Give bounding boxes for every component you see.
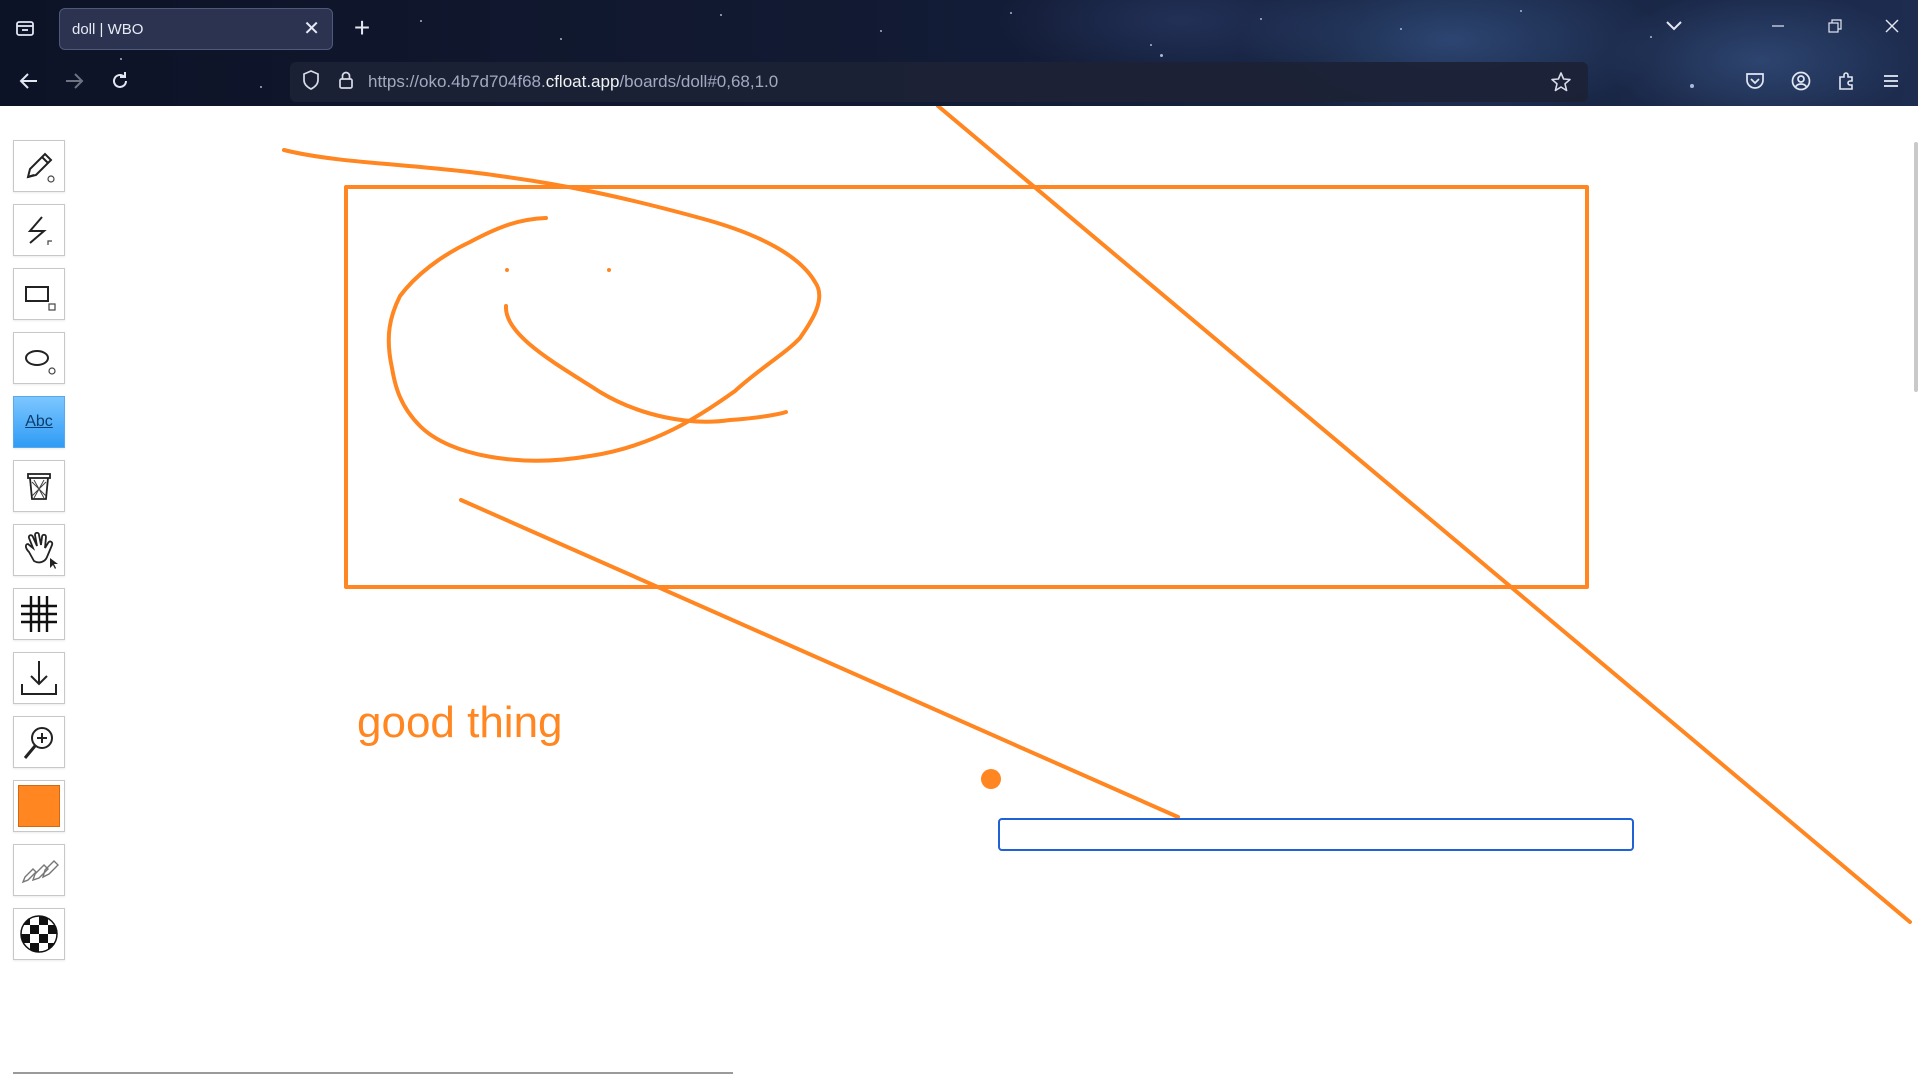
- rectangle-tool[interactable]: [13, 268, 65, 320]
- grid-tool[interactable]: [13, 588, 65, 640]
- url-path: /boards/doll#0,68,1.0: [619, 72, 779, 91]
- pencil-tool[interactable]: [13, 140, 65, 192]
- zoom-icon: [23, 727, 53, 759]
- extensions-icon[interactable]: [1828, 63, 1864, 99]
- color-swatch: [18, 785, 60, 827]
- pencil-icon: [26, 152, 55, 183]
- download-icon: [21, 661, 57, 695]
- pencils-size-icon: [21, 860, 59, 884]
- drawn-eye-left[interactable]: [505, 268, 509, 272]
- tools-toolbar: Abc: [13, 140, 65, 972]
- close-window-icon[interactable]: [1874, 8, 1910, 44]
- browser-chrome: doll | WBO ✕ + https://oko.4b7d704f68.cf…: [0, 0, 1918, 106]
- drawn-smile-curve[interactable]: [503, 304, 788, 424]
- whiteboard-page: good thing Abc: [0, 106, 1918, 1078]
- rectangle-icon: [25, 286, 56, 311]
- minimize-icon[interactable]: [1760, 8, 1796, 44]
- color-picker[interactable]: [13, 780, 65, 832]
- url-host: cfloat.app: [545, 72, 620, 91]
- color-tool[interactable]: [13, 780, 65, 832]
- hand-icon: [24, 531, 58, 569]
- line-icon: [27, 216, 52, 245]
- text-icon: Abc: [25, 413, 53, 430]
- reload-icon[interactable]: [102, 63, 138, 99]
- lock-icon[interactable]: [338, 70, 354, 95]
- eraser-tool[interactable]: [13, 460, 65, 512]
- horizontal-scrollbar[interactable]: [13, 1072, 733, 1074]
- restore-icon[interactable]: [1817, 8, 1853, 44]
- drawn-lower-diagonal-line[interactable]: [459, 498, 1180, 819]
- vertical-scrollbar[interactable]: [1914, 142, 1918, 392]
- download-tool[interactable]: [13, 652, 65, 704]
- pocket-icon[interactable]: [1737, 63, 1773, 99]
- tab-close-icon[interactable]: ✕: [303, 19, 320, 39]
- forward-icon[interactable]: [56, 63, 92, 99]
- text-tool[interactable]: Abc: [13, 396, 65, 448]
- tab-list-icon[interactable]: [7, 10, 43, 46]
- tab-title: doll | WBO: [72, 20, 144, 38]
- opacity-tool[interactable]: [13, 908, 65, 960]
- hand-tool[interactable]: [13, 524, 65, 576]
- address-bar[interactable]: https://oko.4b7d704f68.cfloat.app/boards…: [290, 62, 1588, 102]
- ellipse-tool[interactable]: [13, 332, 65, 384]
- drawn-eye-right[interactable]: [607, 268, 611, 272]
- back-icon[interactable]: [11, 63, 47, 99]
- bookmark-star-icon[interactable]: [1550, 71, 1572, 98]
- trash-icon: [27, 473, 51, 500]
- url-text[interactable]: https://oko.4b7d704f68.cfloat.app/boards…: [368, 72, 778, 92]
- tab-overflow-chevron-icon[interactable]: [1656, 8, 1692, 44]
- grid-icon: [21, 596, 57, 632]
- straight-line-tool[interactable]: [13, 204, 65, 256]
- drawing-canvas[interactable]: [0, 106, 1918, 1078]
- text-input-field[interactable]: [998, 818, 1634, 851]
- ellipse-icon: [25, 350, 56, 375]
- checker-opacity-icon: [20, 915, 58, 953]
- menu-icon[interactable]: [1873, 63, 1909, 99]
- stroke-size-tool[interactable]: [13, 844, 65, 896]
- account-icon[interactable]: [1783, 63, 1819, 99]
- shield-icon[interactable]: [302, 69, 320, 95]
- canvas-text[interactable]: good thing: [357, 698, 563, 748]
- drawn-long-diagonal-line[interactable]: [936, 106, 1912, 924]
- zoom-tool[interactable]: [13, 716, 65, 768]
- new-tab-icon[interactable]: +: [344, 10, 380, 46]
- drawn-freehand-curve[interactable]: [282, 148, 822, 463]
- drawn-rectangle[interactable]: [344, 185, 1589, 589]
- cursor-dot: [981, 769, 1001, 789]
- url-prefix: https://oko.4b7d704f68.: [368, 72, 546, 91]
- browser-tab[interactable]: doll | WBO ✕: [59, 8, 333, 50]
